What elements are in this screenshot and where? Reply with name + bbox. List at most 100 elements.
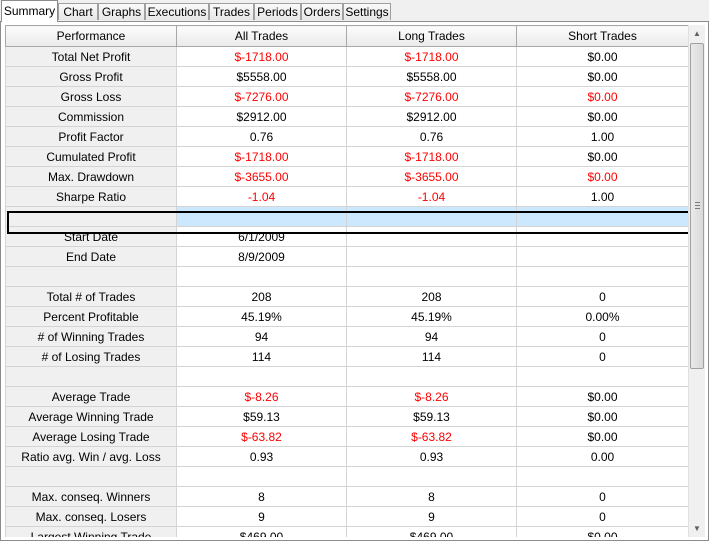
table-cell (346, 246, 517, 267)
row-label: Commission (5, 106, 177, 127)
table-row[interactable] (5, 466, 688, 487)
tab-bar: Summary Chart Graphs Executions Trades P… (0, 0, 709, 22)
table-cell: 0.76 (346, 126, 517, 147)
table-row[interactable]: Sharpe Ratio -1.04 -1.04 1.00 (5, 186, 688, 207)
table-row[interactable]: Percent Profitable 45.19% 45.19% 0.00% (5, 306, 688, 327)
table-cell: 0.00 (516, 446, 688, 467)
table-row[interactable]: Average Winning Trade $59.13 $59.13 $0.00 (5, 406, 688, 427)
header-row: Performance All Trades Long Trades Short… (5, 25, 688, 47)
table-cell: 0 (516, 506, 688, 527)
tab-summary[interactable]: Summary (1, 0, 58, 22)
table-cell (516, 266, 688, 287)
performance-grid: Performance All Trades Long Trades Short… (5, 25, 688, 537)
table-cell (346, 466, 517, 487)
table-cell: 1.00 (516, 186, 688, 207)
table-cell: $59.13 (176, 406, 347, 427)
table-row[interactable]: Profit Factor 0.76 0.76 1.00 (5, 126, 688, 147)
table-cell: 0 (516, 286, 688, 307)
table-row[interactable]: Average Trade $-8.26 $-8.26 $0.00 (5, 386, 688, 407)
table-cell: $-3655.00 (346, 166, 517, 187)
row-label: Average Winning Trade (5, 406, 177, 427)
tab-orders[interactable]: Orders (301, 3, 343, 20)
table-cell: $0.00 (516, 166, 688, 187)
scrollbar-thumb[interactable] (690, 43, 704, 369)
tab-executions[interactable]: Executions (145, 3, 209, 20)
row-label: Max. conseq. Winners (5, 486, 177, 507)
table-cell: 0.00% (516, 306, 688, 327)
table-cell: $0.00 (516, 386, 688, 407)
table-cell: $-1718.00 (346, 46, 517, 67)
row-label: Ratio avg. Win / avg. Loss (5, 446, 177, 467)
table-cell (346, 206, 517, 227)
table-row[interactable]: Max. conseq. Losers 9 9 0 (5, 506, 688, 527)
tab-periods[interactable]: Periods (254, 3, 301, 20)
table-row[interactable]: Cumulated Profit $-1718.00 $-1718.00 $0.00 (5, 146, 688, 167)
table-row[interactable]: # of Losing Trades 114 114 0 (5, 346, 688, 367)
table-row[interactable]: Average Losing Trade $-63.82 $-63.82 $0.00 (5, 426, 688, 447)
table-cell: $0.00 (516, 426, 688, 447)
row-label: Sharpe Ratio (5, 186, 177, 207)
tab-chart[interactable]: Chart (58, 3, 98, 20)
column-header-long-trades[interactable]: Long Trades (346, 25, 517, 47)
table-row[interactable]: Max. Drawdown $-3655.00 $-3655.00 $0.00 (5, 166, 688, 187)
table-cell: $5558.00 (346, 66, 517, 87)
table-cell (176, 206, 347, 227)
column-header-performance[interactable]: Performance (5, 25, 177, 47)
table-cell: $-7276.00 (346, 86, 517, 107)
table-cell: -1.04 (346, 186, 517, 207)
tab-settings[interactable]: Settings (343, 3, 391, 20)
table-row[interactable]: Total Net Profit $-1718.00 $-1718.00 $0.00 (5, 46, 688, 67)
table-row[interactable]: Largest Winning Trade $469.00 $469.00 $0.00 (5, 526, 688, 537)
row-label: Total Net Profit (5, 46, 177, 67)
table-cell: -1.04 (176, 186, 347, 207)
table-cell: 9 (346, 506, 517, 527)
table-row[interactable]: Total # of Trades 208 208 0 (5, 286, 688, 307)
tab-trades[interactable]: Trades (209, 3, 254, 20)
row-label: Total # of Trades (5, 286, 177, 307)
table-cell: 0 (516, 326, 688, 347)
tab-graphs[interactable]: Graphs (98, 3, 145, 20)
table-cell: 9 (176, 506, 347, 527)
row-label: Cumulated Profit (5, 146, 177, 167)
table-cell: $0.00 (516, 66, 688, 87)
table-cell: 0.93 (176, 446, 347, 467)
row-label: Average Losing Trade (5, 426, 177, 447)
row-label: End Date (5, 246, 177, 267)
table-row[interactable]: Start Date 6/1/2009 (5, 226, 688, 247)
vertical-scrollbar[interactable]: ▲ ▼ (688, 25, 705, 537)
table-cell: 1.00 (516, 126, 688, 147)
row-label: Gross Profit (5, 66, 177, 87)
table-cell (516, 466, 688, 487)
table-row[interactable]: End Date 8/9/2009 (5, 246, 688, 267)
column-header-all-trades[interactable]: All Trades (176, 25, 347, 47)
table-row[interactable]: # of Winning Trades 94 94 0 (5, 326, 688, 347)
table-cell (516, 226, 688, 247)
table-row[interactable]: Gross Loss $-7276.00 $-7276.00 $0.00 (5, 86, 688, 107)
table-row[interactable]: Ratio avg. Win / avg. Loss 0.93 0.93 0.00 (5, 446, 688, 467)
column-header-short-trades[interactable]: Short Trades (516, 25, 688, 47)
table-row-selected[interactable] (5, 206, 688, 227)
table-row[interactable]: Max. conseq. Winners 8 8 0 (5, 486, 688, 507)
table-cell: $2912.00 (176, 106, 347, 127)
table-cell: $-8.26 (176, 386, 347, 407)
table-cell: 0 (516, 486, 688, 507)
table-cell: $0.00 (516, 406, 688, 427)
table-cell: $0.00 (516, 526, 688, 537)
summary-panel: Performance All Trades Long Trades Short… (0, 21, 709, 541)
table-cell: $2912.00 (346, 106, 517, 127)
table-cell (346, 226, 517, 247)
table-row[interactable]: Commission $2912.00 $2912.00 $0.00 (5, 106, 688, 127)
table-cell: $-1718.00 (176, 146, 347, 167)
table-cell: 45.19% (346, 306, 517, 327)
table-cell: $-1718.00 (346, 146, 517, 167)
arrow-up-icon[interactable]: ▲ (689, 25, 705, 42)
table-cell: $-7276.00 (176, 86, 347, 107)
table-cell: 8 (176, 486, 347, 507)
table-row[interactable] (5, 266, 688, 287)
table-row[interactable]: Gross Profit $5558.00 $5558.00 $0.00 (5, 66, 688, 87)
row-label (5, 266, 177, 287)
arrow-down-icon[interactable]: ▼ (689, 520, 705, 537)
table-row[interactable] (5, 366, 688, 387)
row-label (5, 466, 177, 487)
table-cell: $0.00 (516, 46, 688, 67)
